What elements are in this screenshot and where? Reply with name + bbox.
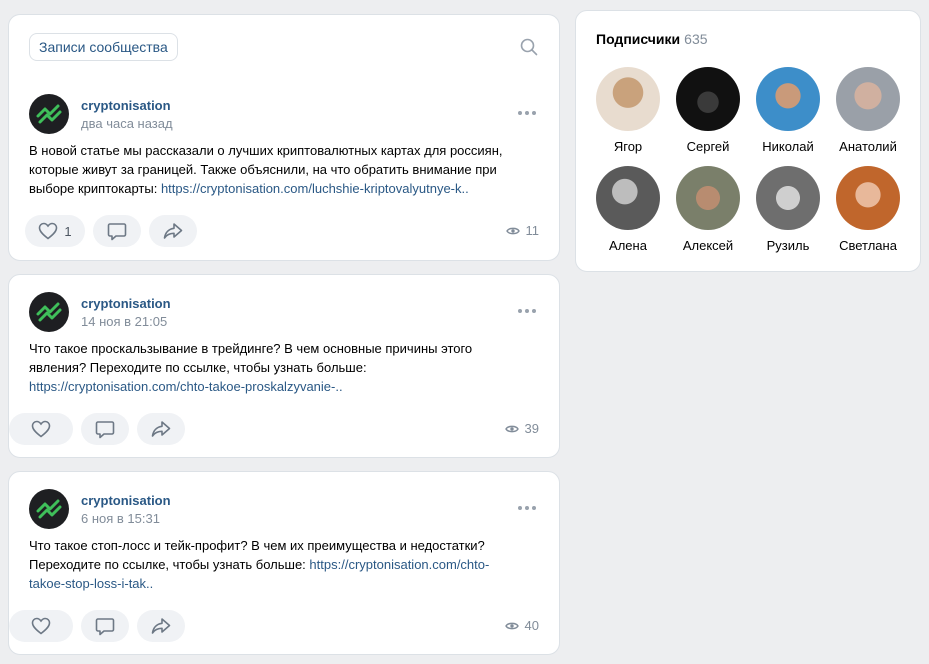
subscriber[interactable]: Анатолий [828, 67, 908, 154]
subscriber[interactable]: Сергей [668, 67, 748, 154]
post-card: cryptonisation 14 ноя в 21:05 Что такое … [8, 274, 560, 458]
subscriber[interactable]: Николай [748, 67, 828, 154]
post-time[interactable]: 14 ноя в 21:05 [81, 314, 167, 329]
more-icon[interactable] [517, 505, 537, 511]
subscribers-panel: Подписчики 635 Ягор Сергей Николай Анатол… [575, 10, 921, 272]
comment-icon [95, 617, 115, 635]
heart-icon [31, 420, 51, 438]
subscriber-name: Рузиль [766, 238, 810, 253]
community-avatar[interactable] [29, 292, 69, 332]
post-link[interactable]: https://cryptonisation.com/luchshie-krip… [161, 181, 469, 196]
community-avatar[interactable] [29, 489, 69, 529]
more-icon[interactable] [517, 110, 537, 116]
subscribers-title[interactable]: Подписчики 635 [596, 31, 708, 47]
comment-button[interactable] [81, 413, 129, 445]
subscriber-name: Анатолий [839, 139, 897, 154]
community-avatar[interactable] [29, 94, 69, 134]
heart-icon [39, 222, 58, 240]
post-card: cryptonisation два часа назад В новой ст… [8, 77, 560, 261]
post-body: Что такое проскальзывание в трейдинге? В… [29, 341, 473, 375]
comment-button[interactable] [93, 215, 141, 247]
subscriber-name: Николай [762, 139, 814, 154]
post-text: Что такое стоп-лосс и тейк-профит? В чем… [29, 536, 524, 593]
post-author[interactable]: cryptonisation [81, 493, 171, 508]
avatar [756, 67, 820, 131]
eye-icon [504, 622, 519, 629]
cryptonisation-logo-icon [36, 104, 62, 124]
post-author[interactable]: cryptonisation [81, 98, 171, 113]
share-icon [151, 618, 171, 634]
views-count: 40 [524, 618, 539, 633]
like-count: 1 [64, 223, 72, 239]
avatar [676, 67, 740, 131]
views-counter: 40 [504, 618, 539, 633]
subscriber[interactable]: Светлана [828, 166, 908, 253]
subscriber-name: Ягор [613, 139, 643, 154]
subscriber-name: Сергей [686, 139, 730, 154]
subscribers-count: 635 [684, 31, 708, 47]
cryptonisation-logo-icon [36, 302, 62, 322]
avatar [836, 67, 900, 131]
post-text: Что такое проскальзывание в трейдинге? В… [29, 339, 509, 396]
post-text: В новой статье мы рассказали о лучших кр… [29, 141, 539, 198]
share-icon [163, 223, 183, 239]
subscriber-name: Алексей [682, 238, 734, 253]
post-card: cryptonisation 6 ноя в 15:31 Что такое с… [8, 471, 560, 655]
search-icon[interactable] [519, 37, 539, 57]
share-button[interactable] [137, 413, 185, 445]
like-button[interactable]: 1 [25, 215, 85, 247]
share-icon [151, 421, 171, 437]
share-button[interactable] [149, 215, 197, 247]
subscriber[interactable]: Ягор [588, 67, 668, 154]
views-count: 39 [524, 421, 539, 436]
feed-header: Записи сообщества [8, 14, 560, 78]
avatar [836, 166, 900, 230]
subscriber-name: Светлана [839, 238, 897, 253]
subscriber[interactable]: Алена [588, 166, 668, 253]
comment-button[interactable] [81, 610, 129, 642]
like-button[interactable] [9, 610, 73, 642]
views-count: 11 [525, 223, 540, 238]
subscriber[interactable]: Алексей [668, 166, 748, 253]
post-time[interactable]: 6 ноя в 15:31 [81, 511, 160, 526]
more-icon[interactable] [517, 308, 537, 314]
post-time[interactable]: два часа назад [81, 116, 173, 131]
subscribers-label: Подписчики [596, 31, 681, 47]
avatar [676, 166, 740, 230]
subscriber-name: Алена [609, 238, 647, 253]
cryptonisation-logo-icon [36, 499, 62, 519]
comment-icon [95, 420, 115, 438]
avatar [596, 67, 660, 131]
eye-icon [505, 227, 520, 234]
views-counter: 39 [504, 421, 539, 436]
avatar [596, 166, 660, 230]
comment-icon [107, 222, 127, 240]
post-link[interactable]: https://cryptonisation.com/chto-takoe-pr… [29, 379, 343, 394]
share-button[interactable] [137, 610, 185, 642]
eye-icon [504, 425, 519, 432]
heart-icon [31, 617, 51, 635]
subscriber[interactable]: Рузиль [748, 166, 828, 253]
views-counter: 11 [505, 223, 540, 238]
post-author[interactable]: cryptonisation [81, 296, 171, 311]
tab-community-posts[interactable]: Записи сообщества [29, 33, 178, 61]
like-button[interactable] [9, 413, 73, 445]
avatar [756, 166, 820, 230]
